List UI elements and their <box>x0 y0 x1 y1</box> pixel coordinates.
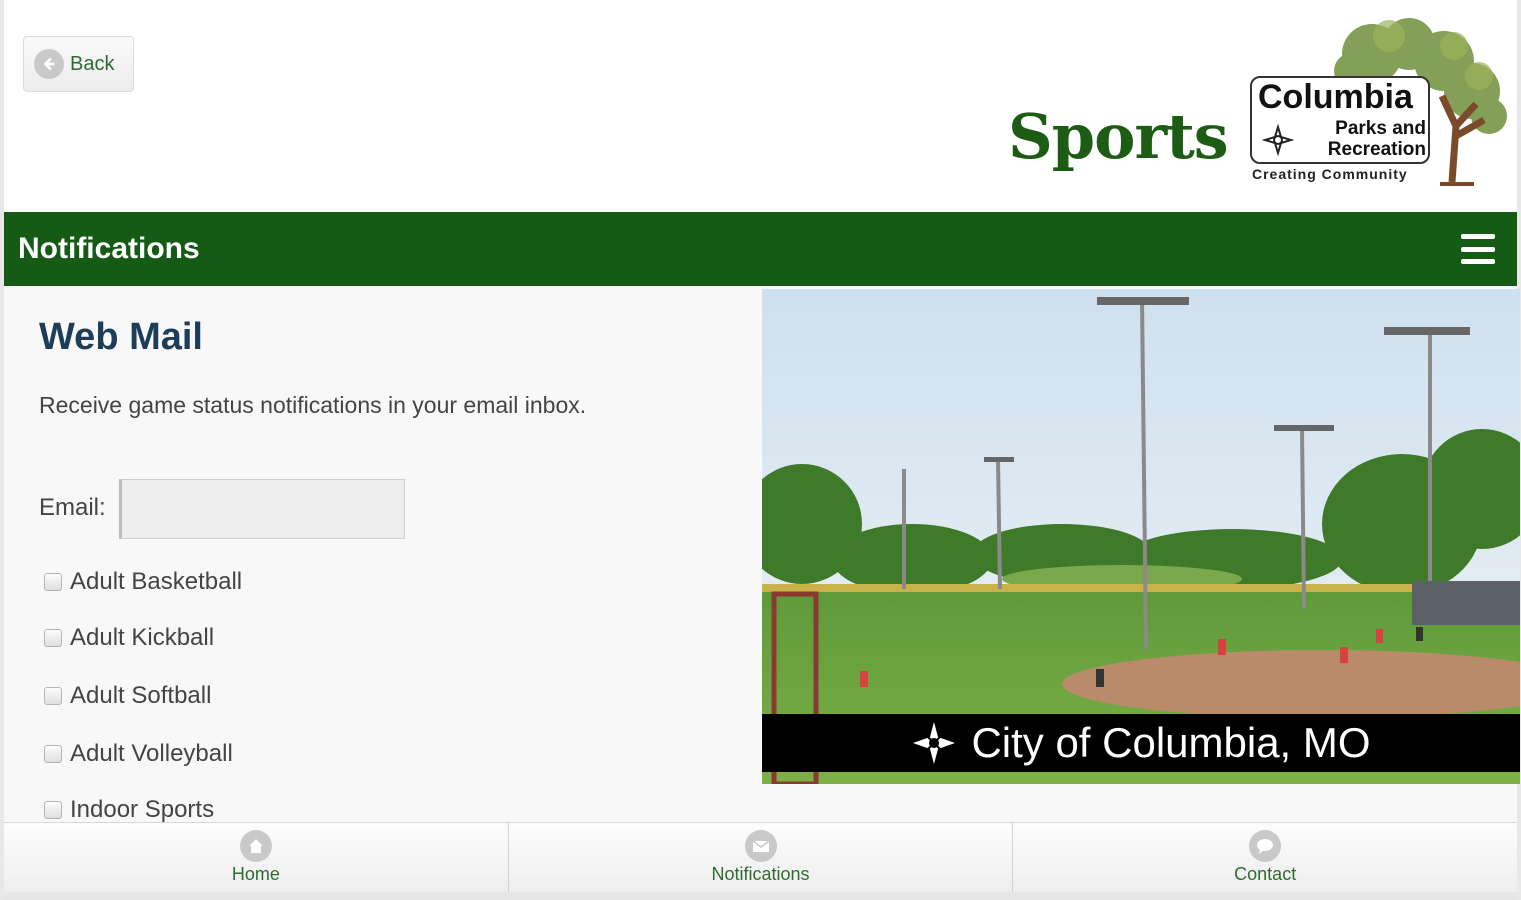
arrow-left-icon <box>34 49 64 79</box>
home-icon <box>239 830 272 862</box>
logo-recreation: Recreation <box>1327 139 1426 160</box>
mail-icon <box>744 830 777 862</box>
tab-contact[interactable]: Contact <box>1013 823 1517 892</box>
bottom-tab-bar: Home Notifications Contact <box>4 822 1517 892</box>
checkbox-row-adult-kickball[interactable]: Adult Kickball <box>44 624 214 652</box>
city-seal-icon <box>1262 124 1294 156</box>
logo-tagline: Creating Community <box>1252 166 1408 182</box>
section-title: Notifications <box>18 232 200 265</box>
header: Back Sports Columbia Parks and Recreatio… <box>4 0 1517 212</box>
checkbox-row-adult-basketball[interactable]: Adult Basketball <box>44 568 242 596</box>
form-heading: Web Mail <box>39 316 203 358</box>
main-content: Web Mail Receive game status notificatio… <box>4 286 1520 824</box>
tab-notifications[interactable]: Notifications <box>509 823 1014 892</box>
back-button[interactable]: Back <box>23 36 134 92</box>
checkbox[interactable] <box>44 573 62 591</box>
page-title: Sports <box>1008 100 1229 173</box>
checkbox[interactable] <box>44 745 62 763</box>
photo-caption: City of Columbia, MO <box>762 714 1520 772</box>
email-label: Email: <box>39 494 106 521</box>
ballfield-photo: City of Columbia, MO <box>762 289 1520 784</box>
tab-label: Notifications <box>711 864 810 884</box>
hamburger-menu-icon[interactable] <box>1461 234 1495 264</box>
city-seal-icon <box>913 722 956 764</box>
bottom-edge <box>4 892 1517 900</box>
checkbox-label: Adult Volleyball <box>70 740 233 767</box>
checkbox[interactable] <box>44 687 62 705</box>
logo-parks-and: Parks and <box>1335 118 1426 139</box>
checkbox-row-adult-softball[interactable]: Adult Softball <box>44 682 211 710</box>
tab-label: Contact <box>1234 864 1297 884</box>
checkbox-label: Adult Softball <box>70 682 212 709</box>
parks-logo: Columbia Parks and Recreation Creating C… <box>1244 16 1514 192</box>
ballfield-scene <box>762 289 1520 784</box>
chat-icon <box>1249 830 1282 862</box>
section-bar: Notifications <box>4 212 1517 286</box>
checkbox-label: Adult Basketball <box>70 568 243 595</box>
signup-form: Web Mail Receive game status notificatio… <box>4 286 760 824</box>
caption-text: City of Columbia, MO <box>971 719 1371 766</box>
checkbox-row-adult-volleyball[interactable]: Adult Volleyball <box>44 740 233 768</box>
logo-wordmark: Columbia Parks and Recreation <box>1250 76 1430 164</box>
checkbox-label: Adult Kickball <box>70 624 215 651</box>
tab-label: Home <box>231 864 280 884</box>
checkbox[interactable] <box>44 801 62 819</box>
email-field[interactable] <box>119 479 405 539</box>
logo-columbia: Columbia <box>1258 78 1413 116</box>
app-window: Back Sports Columbia Parks and Recreatio… <box>0 0 1521 900</box>
back-label: Back <box>70 52 115 75</box>
form-description: Receive game status notifications in you… <box>39 392 587 418</box>
checkbox-row-indoor-sports[interactable]: Indoor Sports <box>44 796 214 824</box>
checkbox-label: Indoor Sports <box>70 796 215 823</box>
tab-home[interactable]: Home <box>4 823 509 892</box>
checkbox[interactable] <box>44 629 62 647</box>
